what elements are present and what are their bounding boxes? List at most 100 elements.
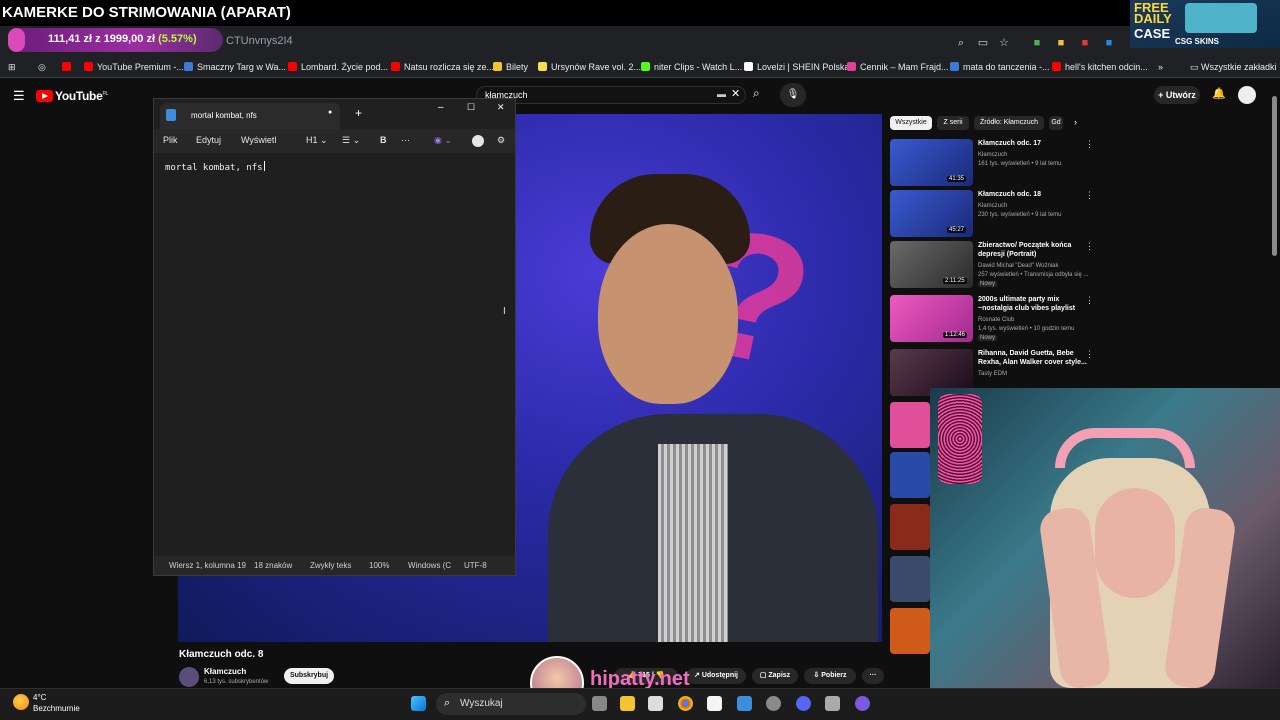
bold-button[interactable]: B — [380, 135, 387, 145]
notepad-content[interactable]: mortal kombat, nfs — [165, 161, 265, 173]
recommendation-item[interactable]: 45:27 Kłamczuch odc. 18 Kłamczuch 230 ty… — [890, 190, 1100, 238]
avatar[interactable] — [1238, 86, 1256, 104]
list-icon[interactable]: ☰ ⌄ — [342, 135, 360, 146]
search-input[interactable]: kłamczuch — [476, 86, 746, 104]
download-button[interactable]: ⇩ Pobierz — [804, 668, 856, 684]
bookmark-item[interactable]: Smaczny Targ w Wa... — [184, 62, 286, 72]
minimize-icon[interactable]: – — [438, 102, 444, 113]
more-bookmarks-icon[interactable]: » — [1158, 62, 1163, 72]
notepad-window[interactable]: mortal kombat, nfs ● + – ☐ ✕ Plik Edytuj… — [153, 98, 516, 576]
youtube-icon[interactable] — [62, 62, 75, 72]
search-icon[interactable]: ⌕ — [753, 86, 760, 101]
recommendation-item[interactable]: 41:35 Kłamczuch odc. 17 Kłamczuch 161 ty… — [890, 139, 1100, 187]
status-line-ending[interactable]: Windows (C — [408, 561, 451, 570]
video-thumbnail[interactable] — [890, 608, 930, 654]
chip-source[interactable]: Źródło: Kłamczuch — [974, 116, 1044, 130]
bookmark-item[interactable]: YouTube Premium -... — [84, 62, 184, 72]
document-icon[interactable] — [707, 696, 722, 711]
bookmark-item[interactable]: Natsu rozlicza się ze... — [391, 62, 494, 72]
more-vert-icon[interactable]: ⋮ — [1085, 241, 1094, 252]
more-actions-icon[interactable]: ··· — [862, 668, 884, 684]
weather-description[interactable]: Bezchmurnie — [33, 704, 80, 713]
channel-name[interactable]: Kłamczuch — [204, 667, 246, 676]
notepad-editor[interactable]: mortal kombat, nfs — [154, 153, 515, 558]
menu-edit[interactable]: Edytuj — [196, 135, 221, 145]
chrome-icon[interactable] — [678, 696, 693, 711]
taskbar-search[interactable]: Wyszukaj — [436, 693, 586, 715]
video-thumbnail[interactable] — [890, 504, 930, 550]
app-icon[interactable] — [855, 696, 870, 711]
status-zoom[interactable]: 100% — [369, 561, 389, 570]
subscribe-button[interactable]: Subskrybuj — [284, 668, 334, 684]
more-options-icon[interactable]: ··· — [401, 135, 410, 145]
apps-icon[interactable]: ⊞ — [8, 62, 16, 73]
bookmark-item[interactable]: hell's kitchen odcin... — [1052, 62, 1148, 72]
file-explorer-icon[interactable] — [620, 696, 635, 711]
bookmark-item[interactable]: Ursynów Rave vol. 2... — [538, 62, 641, 72]
youtube-logo[interactable]: YouTubePL — [36, 89, 109, 103]
extension-icon[interactable]: ■ — [1078, 36, 1092, 50]
microphone-icon[interactable]: 🎙 — [780, 83, 806, 107]
weather-icon[interactable] — [13, 694, 29, 710]
start-icon[interactable] — [411, 696, 426, 711]
discord-icon[interactable] — [796, 696, 811, 711]
cast-icon[interactable]: ▭ — [976, 36, 990, 50]
more-vert-icon[interactable]: ⋮ — [1085, 295, 1094, 306]
notepad-icon[interactable] — [737, 696, 752, 711]
more-vert-icon[interactable]: ⋮ — [1085, 139, 1094, 150]
copilot-icon[interactable]: ◉ ⌄ — [434, 135, 452, 146]
all-bookmarks-button[interactable]: ▭ Wszystkie zakładki — [1190, 62, 1277, 73]
obs-icon[interactable] — [766, 696, 781, 711]
bookmark-item[interactable]: Lombard. Życie pod... — [288, 62, 388, 72]
video-thumbnail[interactable] — [890, 556, 930, 602]
menu-file[interactable]: Plik — [163, 135, 178, 145]
bookmark-item[interactable]: Lovelzi | SHEIN Polska — [744, 62, 849, 72]
bookmark-item[interactable]: Bilety — [493, 62, 528, 72]
settings-icon[interactable]: ⚙ — [497, 135, 505, 146]
heading-dropdown[interactable]: H1 ⌄ — [306, 135, 328, 146]
status-encoding[interactable]: UTF-8 — [464, 561, 487, 570]
weather-temperature[interactable]: 4°C — [33, 693, 46, 702]
channel-avatar[interactable] — [179, 667, 199, 687]
chip-series[interactable]: Z serii — [937, 116, 969, 130]
status-format[interactable]: Zwykły teks — [310, 561, 351, 570]
notifications-icon[interactable]: 🔔 — [1212, 87, 1226, 100]
extension-icon[interactable]: ■ — [1030, 36, 1044, 50]
extension-icon[interactable]: ■ — [1054, 36, 1068, 50]
menu-view[interactable]: Wyświetl — [241, 135, 276, 145]
more-vert-icon[interactable]: ⋮ — [1085, 349, 1094, 360]
chevron-right-icon[interactable]: › — [1074, 117, 1077, 127]
extension-icon[interactable]: ■ — [1102, 36, 1116, 50]
new-tab-icon[interactable]: + — [355, 106, 362, 120]
close-icon[interactable]: ✕ — [497, 102, 505, 113]
video-thumbnail[interactable] — [890, 452, 930, 498]
maximize-icon[interactable]: ☐ — [467, 102, 475, 113]
keyboard-icon[interactable]: ▬ — [717, 89, 726, 99]
save-button[interactable]: ▢ Zapisz — [752, 668, 798, 684]
create-button[interactable]: + Utwórz — [1154, 86, 1200, 104]
star-icon[interactable]: ☆ — [997, 36, 1011, 50]
scrollbar-thumb[interactable] — [1272, 96, 1277, 256]
streamer-face — [1095, 488, 1175, 598]
recommendation-item[interactable]: 1:12:46 2000s ultimate party mix ~nostal… — [890, 295, 1100, 343]
menu-icon[interactable]: ☰ — [13, 88, 25, 104]
settings-icon[interactable] — [825, 696, 840, 711]
recommendation-item[interactable]: 2:11:25 Zbieractwo/ Początek końca depre… — [890, 241, 1100, 289]
unsaved-dot-icon[interactable]: ● — [328, 109, 332, 116]
clear-search-icon[interactable]: ✕ — [731, 87, 740, 100]
task-view-icon[interactable] — [592, 696, 607, 711]
account-icon[interactable] — [472, 135, 484, 147]
store-icon[interactable] — [648, 696, 663, 711]
recommendation-meta: 257 wyświetleń • Transmisja odbyła się .… — [978, 272, 1089, 278]
bookmark-item[interactable]: Cennik – Mam Frajd... — [847, 62, 949, 72]
share-button[interactable]: ↗ Udostępnij — [686, 668, 746, 684]
address-bar[interactable]: CTUnvnys2I4 — [226, 35, 293, 47]
zoom-icon[interactable]: ⌕ — [954, 36, 968, 50]
bookmark-item[interactable]: niter Clips - Watch L... — [641, 62, 742, 72]
video-thumbnail[interactable] — [890, 402, 930, 448]
chrome-web-icon[interactable]: ◎ — [38, 62, 46, 73]
chip-more[interactable]: Gd — [1049, 116, 1063, 130]
bookmark-item[interactable]: mata do tanczenia -... — [950, 62, 1050, 72]
more-vert-icon[interactable]: ⋮ — [1085, 190, 1094, 201]
chip-all[interactable]: Wszystkie — [890, 116, 932, 130]
